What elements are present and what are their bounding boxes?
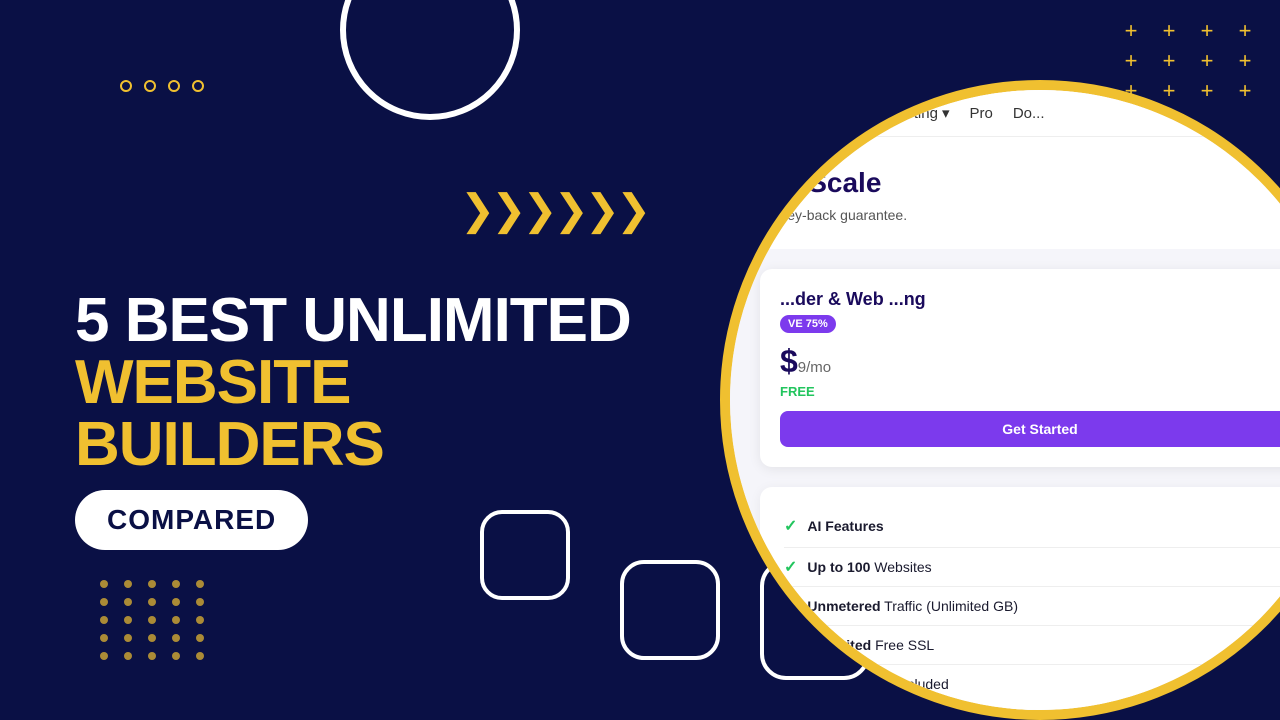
dot xyxy=(172,616,180,624)
dot xyxy=(148,652,156,660)
headline-line2: WEBSITE xyxy=(75,352,631,414)
plus-icon: + xyxy=(1154,50,1184,72)
check-icon: ✓ xyxy=(784,596,797,616)
dot xyxy=(124,580,132,588)
headline-line3: BUILDERS xyxy=(75,414,631,476)
dot-3 xyxy=(168,80,180,92)
feature-hosting-text: Web Hosting included xyxy=(807,676,948,692)
feature-item-traffic: ✓ Unmetered Traffic (Unlimited GB) xyxy=(784,589,1280,623)
feature-item-websites: ✓ Up to 100 Websites xyxy=(784,550,1280,584)
feature-ai-text: AI Features xyxy=(807,518,883,534)
website-builder-preview: Website Builder Hosting ▾ Pro Do... ...o… xyxy=(720,80,1280,720)
feature-item-ai: ✓ AI Features ⓘ xyxy=(784,507,1280,545)
dot xyxy=(124,616,132,624)
plan-title-text: ...der & Web ...ng xyxy=(780,289,926,309)
dot-2 xyxy=(144,80,156,92)
wb-plan-free-label: FREE xyxy=(780,384,1280,399)
dot xyxy=(172,598,180,606)
dot xyxy=(148,598,156,606)
dot xyxy=(124,598,132,606)
decorative-square-1 xyxy=(480,510,570,600)
feature-traffic-text: Unmetered Traffic (Unlimited GB) xyxy=(807,598,1018,614)
check-icon: ✓ xyxy=(784,557,797,577)
wb-plan-title: ...der & Web ...ng xyxy=(780,289,1280,310)
wb-plan-badge: VE 75% xyxy=(780,315,836,333)
website-builder-nav: Website Builder Hosting ▾ Pro Do... xyxy=(730,90,1280,137)
dot xyxy=(172,652,180,660)
feature-divider xyxy=(784,625,1280,626)
arrow-decoration: ❯❯❯❯❯❯ xyxy=(460,185,647,234)
nav-item-website-builder[interactable]: Website Builder xyxy=(754,105,867,122)
feature-divider xyxy=(784,586,1280,587)
dot xyxy=(196,580,204,588)
dot-1 xyxy=(120,80,132,92)
wb-plan-price: $9/mo xyxy=(780,343,1280,380)
dot-4 xyxy=(192,80,204,92)
decorative-square-2 xyxy=(620,560,720,660)
plus-icon: + xyxy=(1192,20,1222,42)
dot xyxy=(100,616,108,624)
feature-websites-text: Up to 100 Websites xyxy=(807,559,931,575)
wb-plans-section: ...der & Web ...ng VE 75% $9/mo FREE Get… xyxy=(730,249,1280,487)
nav-hosting-label: Hosting xyxy=(887,105,938,122)
wb-hero-section: ...o Scale ...oney-back guarantee. xyxy=(730,137,1280,249)
feature-ssl-text: Unlimited Free SSL xyxy=(807,637,934,653)
dot xyxy=(124,634,132,642)
plus-icon: + xyxy=(1192,50,1222,72)
headline-line1: 5 BEST UNLIMITED xyxy=(75,290,631,352)
nav-item-pro[interactable]: Pro xyxy=(969,105,992,122)
nav-item-hosting[interactable]: Hosting ▾ xyxy=(887,104,949,122)
dot xyxy=(196,652,204,660)
dot xyxy=(148,616,156,624)
chevron-down-icon: ▾ xyxy=(942,104,950,122)
wb-features-section: ✓ AI Features ⓘ ✓ Up to 100 Websites ✓ U… xyxy=(760,487,1280,710)
feature-item-ssl: ✓ Unlimited Free SSL xyxy=(784,628,1280,662)
dot xyxy=(196,616,204,624)
free-text: FREE xyxy=(780,384,815,399)
feature-bold: Up to 100 xyxy=(807,559,870,575)
feature-bold: Unlimited xyxy=(807,637,871,653)
plus-icon: + xyxy=(1230,20,1260,42)
dot xyxy=(196,598,204,606)
website-builder-ui: Website Builder Hosting ▾ Pro Do... ...o… xyxy=(730,90,1280,710)
wb-hero-subtitle: ...oney-back guarantee. xyxy=(760,207,1280,223)
compared-button[interactable]: COMPARED xyxy=(75,490,308,550)
wb-plan-card: ...der & Web ...ng VE 75% $9/mo FREE Get… xyxy=(760,269,1280,467)
dot xyxy=(100,652,108,660)
dot xyxy=(172,580,180,588)
feature-bold: Unmetered xyxy=(807,598,880,614)
wb-hero-title: ...o Scale xyxy=(760,167,1280,199)
dot xyxy=(100,580,108,588)
dot xyxy=(100,598,108,606)
feature-item-hosting: ✓ Web Hosting included xyxy=(784,667,1280,701)
check-icon: ✓ xyxy=(784,516,797,536)
feature-bold: Web Hosting xyxy=(807,676,892,692)
dot xyxy=(196,634,204,642)
dot xyxy=(148,634,156,642)
main-headline: 5 BEST UNLIMITED WEBSITE BUILDERS xyxy=(75,290,631,476)
nav-item-more[interactable]: Do... xyxy=(1013,105,1045,122)
plus-icon: + xyxy=(1116,50,1146,72)
check-icon: ✓ xyxy=(784,635,797,655)
feature-divider xyxy=(784,547,1280,548)
decorative-dots-grid xyxy=(100,580,210,660)
dot xyxy=(100,634,108,642)
price-value: 9 xyxy=(798,359,806,376)
price-period: /mo xyxy=(806,359,831,376)
dot xyxy=(172,634,180,642)
check-icon: ✓ xyxy=(784,674,797,694)
wb-plan-cta-button[interactable]: Get Started xyxy=(780,411,1280,447)
plus-icon: + xyxy=(1116,20,1146,42)
plus-icon: + xyxy=(1154,20,1184,42)
dot xyxy=(148,580,156,588)
dot xyxy=(124,652,132,660)
feature-divider xyxy=(784,664,1280,665)
decorative-dots-top xyxy=(120,80,204,92)
feature-bold: AI Features xyxy=(807,518,883,534)
plus-icon: + xyxy=(1230,50,1260,72)
